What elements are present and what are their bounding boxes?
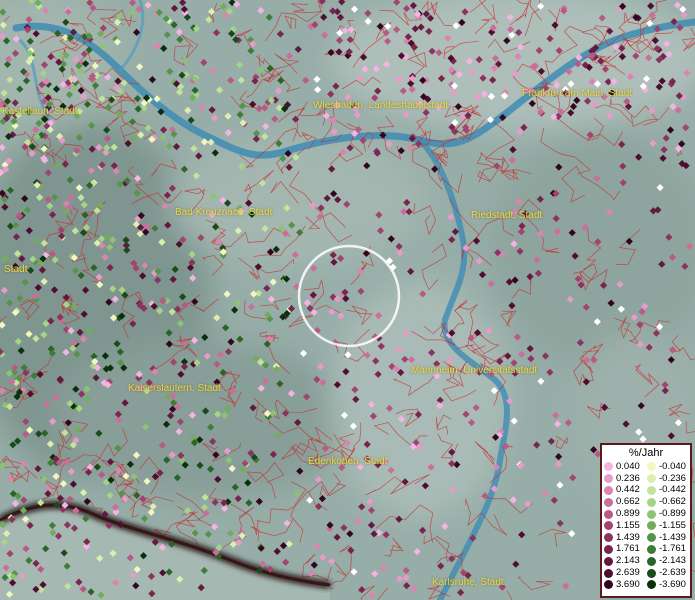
legend-swatch [647, 568, 656, 578]
legend-value: 2.639 [616, 567, 640, 579]
legend-row-pos-9: 2.639 [604, 567, 647, 579]
legend-value: 0.662 [616, 496, 640, 508]
legend-swatch [604, 497, 613, 507]
legend-value: 2.143 [616, 555, 640, 567]
legend-row-neg-7: -1.761 [647, 544, 690, 556]
legend-swatch [647, 509, 656, 519]
legend-row-neg-2: -0.442 [647, 485, 690, 497]
legend-row-neg-0: -0.040 [647, 461, 690, 473]
legend-row-neg-6: -1.439 [647, 532, 690, 544]
legend-row-neg-3: -0.662 [647, 496, 690, 508]
legend-row-neg-4: -0.899 [647, 508, 690, 520]
city-label-karlsruhe: Karlsruhe, Stadt [432, 577, 504, 588]
legend-row-neg-9: -2.639 [647, 567, 690, 579]
legend-row-pos-5: 1.155 [604, 520, 647, 532]
legend-value: -3.690 [659, 578, 686, 590]
legend-swatch [604, 580, 613, 590]
map-view[interactable]: Kastellaun, Stadt Wiesbaden, Landeshaupt… [0, 0, 695, 600]
legend-value: -1.761 [659, 543, 686, 555]
legend-row-neg-1: -0.236 [647, 473, 690, 485]
city-label-riedstadt: Riedstadt, Stadt [471, 210, 543, 221]
legend-row-neg-10: -3.690 [647, 579, 690, 591]
legend: %/Jahr 0.040 0.236 0.442 0.662 0.899 1.155 1.4… [600, 443, 692, 598]
legend-value: 0.236 [616, 472, 640, 484]
city-label-stadt: Stadt [4, 264, 28, 275]
legend-value: 3.690 [616, 578, 640, 590]
city-label-bad-kreuznach: Bad Kreuznach, Stadt [175, 207, 273, 218]
legend-row-pos-8: 2.143 [604, 555, 647, 567]
legend-swatch [604, 521, 613, 531]
legend-swatch [604, 485, 613, 495]
city-label-kaiserslautern: Kaiserslautern, Stadt [128, 383, 221, 394]
legend-row-pos-3: 0.662 [604, 496, 647, 508]
legend-negative-column: -0.040 -0.236 -0.442 -0.662 -0.899 -1.155 -1.4… [647, 461, 690, 591]
legend-row-neg-5: -1.155 [647, 520, 690, 532]
legend-row-pos-7: 1.761 [604, 544, 647, 556]
legend-swatch [647, 521, 656, 531]
legend-swatch [604, 474, 613, 484]
legend-positive-column: 0.040 0.236 0.442 0.662 0.899 1.155 1.439 1.761… [604, 461, 647, 591]
city-label-frankfurt: Frankfurt am Main, Stadt [522, 88, 633, 99]
legend-value: 0.442 [616, 484, 640, 496]
legend-value: -0.040 [659, 460, 686, 472]
legend-row-pos-0: 0.040 [604, 461, 647, 473]
city-label-edenkoben: Edenkoben, Stadt [308, 456, 388, 467]
legend-swatch [647, 580, 656, 590]
city-label-wiesbaden: Wiesbaden, Landeshauptstadt [313, 100, 449, 111]
city-label-kastellaun: Kastellaun, Stadt [2, 106, 78, 117]
legend-row-pos-6: 1.439 [604, 532, 647, 544]
legend-title: %/Jahr [628, 447, 664, 459]
legend-value: -0.662 [659, 496, 686, 508]
legend-swatch [647, 497, 656, 507]
legend-value: -1.155 [659, 519, 686, 531]
legend-value: 1.439 [616, 531, 640, 543]
city-label-mannheim: Mannheim, Universitätsstadt [411, 365, 538, 376]
legend-swatch [647, 544, 656, 554]
legend-swatch [604, 568, 613, 578]
legend-row-pos-1: 0.236 [604, 473, 647, 485]
legend-value: 1.761 [616, 543, 640, 555]
legend-value: -1.439 [659, 531, 686, 543]
legend-value: -0.899 [659, 508, 686, 520]
legend-swatch [647, 462, 656, 472]
legend-swatch [647, 485, 656, 495]
legend-swatch [647, 474, 656, 484]
legend-value: 0.899 [616, 508, 640, 520]
legend-row-pos-10: 3.690 [604, 579, 647, 591]
legend-swatch [604, 556, 613, 566]
legend-row-pos-2: 0.442 [604, 485, 647, 497]
legend-swatch [604, 533, 613, 543]
legend-swatch [604, 462, 613, 472]
legend-row-pos-4: 0.899 [604, 508, 647, 520]
legend-value: -0.442 [659, 484, 686, 496]
legend-value: 0.040 [616, 460, 640, 472]
legend-value: -0.236 [659, 472, 686, 484]
legend-swatch [647, 556, 656, 566]
legend-swatch [604, 509, 613, 519]
legend-row-neg-8: -2.143 [647, 555, 690, 567]
legend-value: 1.155 [616, 519, 640, 531]
legend-swatch [647, 533, 656, 543]
legend-value: -2.143 [659, 555, 686, 567]
legend-value: -2.639 [659, 567, 686, 579]
legend-swatch [604, 544, 613, 554]
